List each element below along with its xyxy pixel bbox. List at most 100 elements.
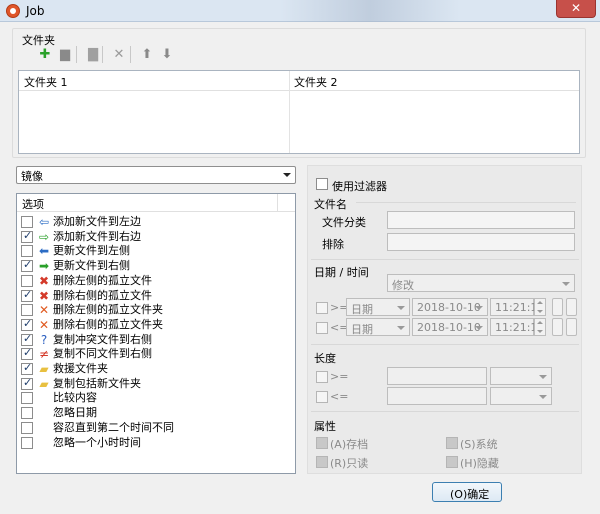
ok-button[interactable]: (O)确定 [432,482,502,502]
column-header-folder-2[interactable]: 文件夹 2 [294,74,338,90]
arrow-down-icon[interactable]: ⬇ [160,48,174,62]
option-checkbox[interactable] [21,288,33,302]
date-to-more-button[interactable] [552,318,563,336]
option-checkbox[interactable] [21,274,33,287]
delete-icon[interactable]: ✕ [112,48,126,62]
option-row[interactable]: ⇨添加新文件到右边 [21,229,277,245]
folder-table[interactable]: 文件夹 1 文件夹 2 [18,70,580,154]
exclude-label: 排除 [322,238,344,251]
options-list[interactable]: 选项 ⇦添加新文件到左边⇨添加新文件到右边⬅更新文件到左侧➡更新文件到右侧✖删除… [16,193,296,474]
date-from-date-select[interactable]: 2018-10-10 [412,298,488,316]
option-label: 救援文件夹 [53,362,108,375]
option-row[interactable]: 忽略日期 [21,406,277,421]
delete-right-orphan-icon: ✖ [38,288,50,303]
date-from-time-spinner[interactable] [534,298,546,316]
arrow-up-icon[interactable]: ⬆ [140,48,154,62]
add-to-left-icon: ⇦ [38,215,50,229]
option-row[interactable]: ⇦ 添加新文件到左边 [21,215,277,230]
document-icon[interactable]: ▆ [58,48,72,62]
hidden-checkbox[interactable] [446,456,458,468]
system-checkbox[interactable] [446,437,458,449]
option-row[interactable]: 容忍直到第二个时间不同 [21,421,277,436]
option-row[interactable]: ✖删除右侧的孤立文件 [21,288,277,304]
different-icon: ≠ [38,347,50,362]
archive-checkbox[interactable] [316,437,328,449]
datetime-mode-select[interactable]: 修改 [387,274,575,292]
folder-table-header: 文件夹 1 文件夹 2 [19,71,579,91]
close-button[interactable]: ✕ [556,0,596,18]
chevron-down-icon [539,375,547,379]
datetime-section-label: 日期 / 时间 [314,266,369,279]
option-checkbox[interactable] [21,245,33,258]
new-folder-icon: ▰ [39,376,49,391]
date-to-adjust-button[interactable] [566,318,577,336]
readonly-checkbox[interactable] [316,456,328,468]
option-row[interactable]: 忽略一个小时时间 [21,436,277,451]
length-max-input[interactable] [387,387,487,405]
length-min-operator: >= [330,370,349,383]
divider [311,411,579,412]
ok-button-label: (O)确定 [450,488,490,501]
length-max-checkbox[interactable] [316,391,328,403]
date-from-more-button[interactable] [552,298,563,316]
option-checkbox[interactable] [21,407,33,420]
date-to-type-select[interactable]: 日期 [346,318,410,336]
option-checkbox[interactable] [21,436,33,449]
file-category-input[interactable] [387,211,575,229]
length-min-unit-select[interactable] [490,367,552,385]
option-row[interactable]: ▰ 救援文件夹 [21,361,277,377]
option-label: 复制不同文件到右侧 [53,347,152,361]
option-row[interactable]: ≠复制不同文件到右侧 [21,346,277,362]
length-min-checkbox[interactable] [316,371,328,383]
option-checkbox[interactable] [21,258,33,273]
copy-icon[interactable]: ▇ [86,48,100,62]
option-checkbox[interactable] [21,392,33,405]
column-header-folder-1[interactable]: 文件夹 1 [24,74,68,90]
option-label: 忽略日期 [53,406,97,420]
option-row[interactable]: ? 复制冲突文件到右侧 [21,332,277,348]
option-row[interactable]: ⬅ 更新文件到左侧 [21,244,277,259]
option-checkbox[interactable] [21,376,33,390]
option-row[interactable]: ➡更新文件到右侧 [21,258,277,274]
option-label: 删除右侧的孤立文件 [53,288,152,302]
date-from-checkbox[interactable] [316,302,328,314]
option-checkbox[interactable] [21,229,33,243]
option-row[interactable]: ✕ 删除左侧的孤立文件夹 [21,303,277,318]
date-to-time-spinner[interactable] [534,318,546,336]
option-checkbox[interactable] [21,216,33,228]
mode-select[interactable]: 镜像 [16,166,296,184]
option-row[interactable]: ✖ 删除左侧的孤立文件 [21,274,277,289]
rescue-folder-icon: ▰ [39,362,49,376]
option-row[interactable]: 比较内容 [21,391,277,406]
date-to-time-input[interactable]: 11:21:10 [490,318,544,336]
length-section-label: 长度 [314,352,336,365]
chevron-down-icon [562,282,570,286]
option-checkbox[interactable] [21,361,33,375]
option-row[interactable]: ✕删除右侧的孤立文件夹 [21,317,277,333]
date-to-checkbox[interactable] [316,322,328,334]
mode-select-value: 镜像 [21,170,43,183]
option-checkbox[interactable] [21,421,33,434]
chevron-down-icon [283,173,291,177]
option-row[interactable]: ▰ 复制包括新文件夹 [21,376,277,392]
toolbar-separator [130,46,131,63]
length-min-input[interactable] [387,367,487,385]
option-checkbox[interactable] [21,332,33,346]
option-label: 比较内容 [53,391,97,405]
chevron-down-icon [475,306,483,310]
option-checkbox[interactable] [21,304,33,317]
date-from-date-value: 2018-10-10 [417,301,481,314]
divider [356,202,576,203]
date-from-time-input[interactable]: 11:21:10 [490,298,544,316]
option-checkbox[interactable] [21,346,33,361]
exclude-input[interactable] [387,233,575,251]
add-icon[interactable]: ✚ [38,48,52,62]
option-checkbox[interactable] [21,317,33,331]
date-from-type-select[interactable]: 日期 [346,298,410,316]
length-max-unit-select[interactable] [490,387,552,405]
use-filter-checkbox[interactable] [316,178,328,190]
date-to-date-select[interactable]: 2018-10-10 [412,318,488,336]
date-from-adjust-button[interactable] [566,298,577,316]
option-label: 容忍直到第二个时间不同 [53,420,174,434]
option-label: 添加新文件到左边 [53,215,141,228]
